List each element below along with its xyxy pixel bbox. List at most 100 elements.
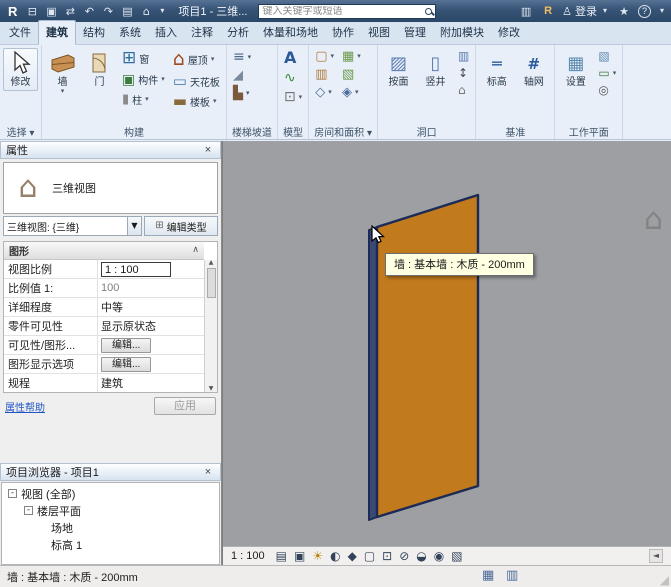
scroll-down-icon[interactable]: ▼ <box>209 386 214 392</box>
tab-analyze[interactable]: 分析 <box>220 21 256 44</box>
ribbon-button-model-text[interactable]: A <box>281 48 305 68</box>
ribbon-button-wall[interactable]: 墙▾ <box>45 48 80 98</box>
ribbon-panel-label[interactable]: 选择 ▾ <box>2 124 39 139</box>
ribbon-button-model-group[interactable]: ⊡▾ <box>281 88 305 106</box>
ribbon-panel-label[interactable]: 楼梯坡道 <box>229 124 275 139</box>
favorites-icon[interactable]: ★ <box>616 6 632 17</box>
tab-massing-site[interactable]: 体量和场地 <box>256 21 325 44</box>
ribbon-button-vertical-opening[interactable]: ↕ <box>455 65 472 81</box>
scroll-left-icon[interactable]: ◄ <box>649 549 663 563</box>
ribbon-panel-label[interactable]: 构建 <box>44 124 224 139</box>
ribbon-button-ceiling[interactable]: ▭天花板 <box>170 72 223 91</box>
visual-style-icon[interactable]: ▣ <box>294 550 305 562</box>
default-3d-view-icon[interactable]: ⌂ <box>138 6 154 17</box>
edit-button[interactable]: 编辑... <box>101 357 151 372</box>
ribbon-button-railing[interactable]: ≡▾ <box>230 48 254 66</box>
temp-hide-icon[interactable]: ◒ <box>416 550 426 562</box>
ribbon-button-door[interactable]: 门 <box>82 48 117 91</box>
detail-level-icon[interactable]: ▤ <box>276 550 287 562</box>
infocenter-search[interactable] <box>258 4 436 19</box>
properties-scrollbar[interactable]: ▲ ▼ <box>204 260 217 392</box>
tab-addins[interactable]: 附加模块 <box>433 21 491 44</box>
ribbon-panel-label[interactable]: 工作平面 <box>557 124 620 139</box>
tree-expander-icon[interactable]: - <box>8 489 17 498</box>
edit-type-button[interactable]: ⊞ 编辑类型 <box>144 216 218 236</box>
ribbon-panel-label[interactable]: 房间和面积 ▾ <box>311 124 375 139</box>
tab-architecture[interactable]: 建筑 <box>38 20 76 45</box>
sync-icon[interactable]: ⇄ <box>62 6 78 17</box>
ribbon-button-face-opening[interactable]: ▨按面 <box>381 48 416 91</box>
scale-button[interactable]: 1 : 100 <box>231 550 265 562</box>
sun-path-icon[interactable]: ☀ <box>312 550 323 562</box>
ribbon-button-model-line[interactable]: ∿ <box>281 69 305 87</box>
type-selector-dropdown-icon[interactable]: ▼ <box>127 217 141 235</box>
properties-header[interactable]: 属性 × <box>0 141 221 159</box>
help-dropdown-icon[interactable]: ▾ <box>657 7 667 15</box>
print-icon[interactable]: ▤ <box>119 6 135 17</box>
search-icon[interactable] <box>425 8 432 15</box>
property-value[interactable]: 编辑... <box>98 338 204 353</box>
open-icon[interactable]: ⊟ <box>24 6 40 17</box>
type-selector[interactable]: 三维视图: {三维} ▼ <box>3 216 142 236</box>
tab-systems[interactable]: 系统 <box>112 21 148 44</box>
tree-expander-icon[interactable]: - <box>24 506 33 515</box>
ribbon-button-ref-plane[interactable]: ▭▾ <box>595 65 619 81</box>
ribbon-panel-label[interactable]: 洞口 <box>380 124 473 139</box>
property-value[interactable]: 编辑... <box>98 357 204 372</box>
ribbon-button-room-separator[interactable]: ▥ <box>312 66 337 83</box>
ribbon-button-grid[interactable]: #轴网 <box>516 48 551 91</box>
tab-collaborate[interactable]: 协作 <box>325 21 361 44</box>
ribbon-button-floor[interactable]: ▬楼板▾ <box>170 92 223 111</box>
ribbon-button-viewer[interactable]: ◎ <box>595 82 619 98</box>
app-menu-button[interactable]: R <box>4 4 21 19</box>
ribbon-button-component[interactable]: ▣构件▾ <box>119 70 168 89</box>
ribbon-button-shaft[interactable]: ▯竖井 <box>418 48 453 91</box>
ribbon-button-ramp[interactable]: ◢ <box>230 67 254 84</box>
tab-manage[interactable]: 管理 <box>397 21 433 44</box>
ribbon-button-roof[interactable]: ⌂屋顶▾ <box>170 48 223 71</box>
viewcube-home-icon[interactable]: ⌂ <box>644 205 663 235</box>
project-browser-close-icon[interactable]: × <box>201 466 215 478</box>
worksets-icon[interactable]: ▦ <box>482 569 494 582</box>
ribbon-button-area-boundary[interactable]: ▧ <box>339 66 364 83</box>
wall-3d-object[interactable] <box>223 141 671 565</box>
redo-icon[interactable]: ↷ <box>100 6 116 17</box>
ribbon-button-area-tag[interactable]: ◈▾ <box>339 84 364 101</box>
ribbon-button-modify-cursor[interactable]: 修改 <box>3 48 38 91</box>
properties-close-icon[interactable]: × <box>201 144 215 156</box>
drawing-canvas[interactable]: ⌂ 墙 : 基本墙 : 木质 - 200mm 1 : 100 ▤▣☀◐◆▢⊡⊘◒… <box>222 141 671 565</box>
property-value[interactable]: 建筑 <box>98 375 204 391</box>
ribbon-button-column[interactable]: ▮柱▾ <box>119 90 168 109</box>
properties-help-link[interactable]: 属性帮助 <box>5 399 45 414</box>
ribbon-button-wall-opening[interactable]: ▥ <box>455 48 472 64</box>
search-input[interactable] <box>262 6 422 17</box>
scroll-up-icon[interactable]: ▲ <box>209 260 214 266</box>
ribbon-button-show-workplane[interactable]: ▧ <box>595 48 619 64</box>
shadows-icon[interactable]: ◐ <box>330 550 340 562</box>
design-options-icon[interactable]: ▥ <box>506 569 518 582</box>
crop-view-icon[interactable]: ▢ <box>364 550 375 562</box>
save-icon[interactable]: ▣ <box>43 6 59 17</box>
ribbon-button-stairs[interactable]: ▙▾ <box>230 85 254 102</box>
project-browser-header[interactable]: 项目浏览器 - 项目1 × <box>0 463 221 481</box>
reveal-hidden-icon[interactable]: ◉ <box>434 550 444 562</box>
ribbon-panel-label[interactable]: 模型 <box>280 124 306 139</box>
help-icon[interactable]: ? <box>638 5 651 18</box>
tab-modify[interactable]: 修改 <box>491 21 527 44</box>
section-header-graphics[interactable]: 图形 ∧ <box>4 242 204 260</box>
property-value[interactable]: 显示原状态 <box>98 318 204 334</box>
rendering-icon[interactable]: ◆ <box>348 550 357 562</box>
tab-annotate[interactable]: 注释 <box>184 21 220 44</box>
qat-dropdown-icon[interactable]: ▾ <box>157 7 167 15</box>
ribbon-button-set-workplane[interactable]: ▦设置 <box>558 48 593 91</box>
tab-insert[interactable]: 插入 <box>148 21 184 44</box>
property-value[interactable]: 1 : 100 <box>98 262 204 277</box>
tree-item[interactable]: 标高 1 <box>2 536 219 553</box>
scrollbar-thumb[interactable] <box>207 268 216 298</box>
tab-structure[interactable]: 结构 <box>76 21 112 44</box>
temp-view-props-icon[interactable]: ▧ <box>451 550 462 562</box>
resize-grip[interactable]: ◢ <box>660 574 669 586</box>
tab-file[interactable]: 文件 <box>2 21 38 44</box>
show-crop-icon[interactable]: ⊡ <box>382 550 392 562</box>
ribbon-button-area[interactable]: ▦▾ <box>339 48 364 65</box>
